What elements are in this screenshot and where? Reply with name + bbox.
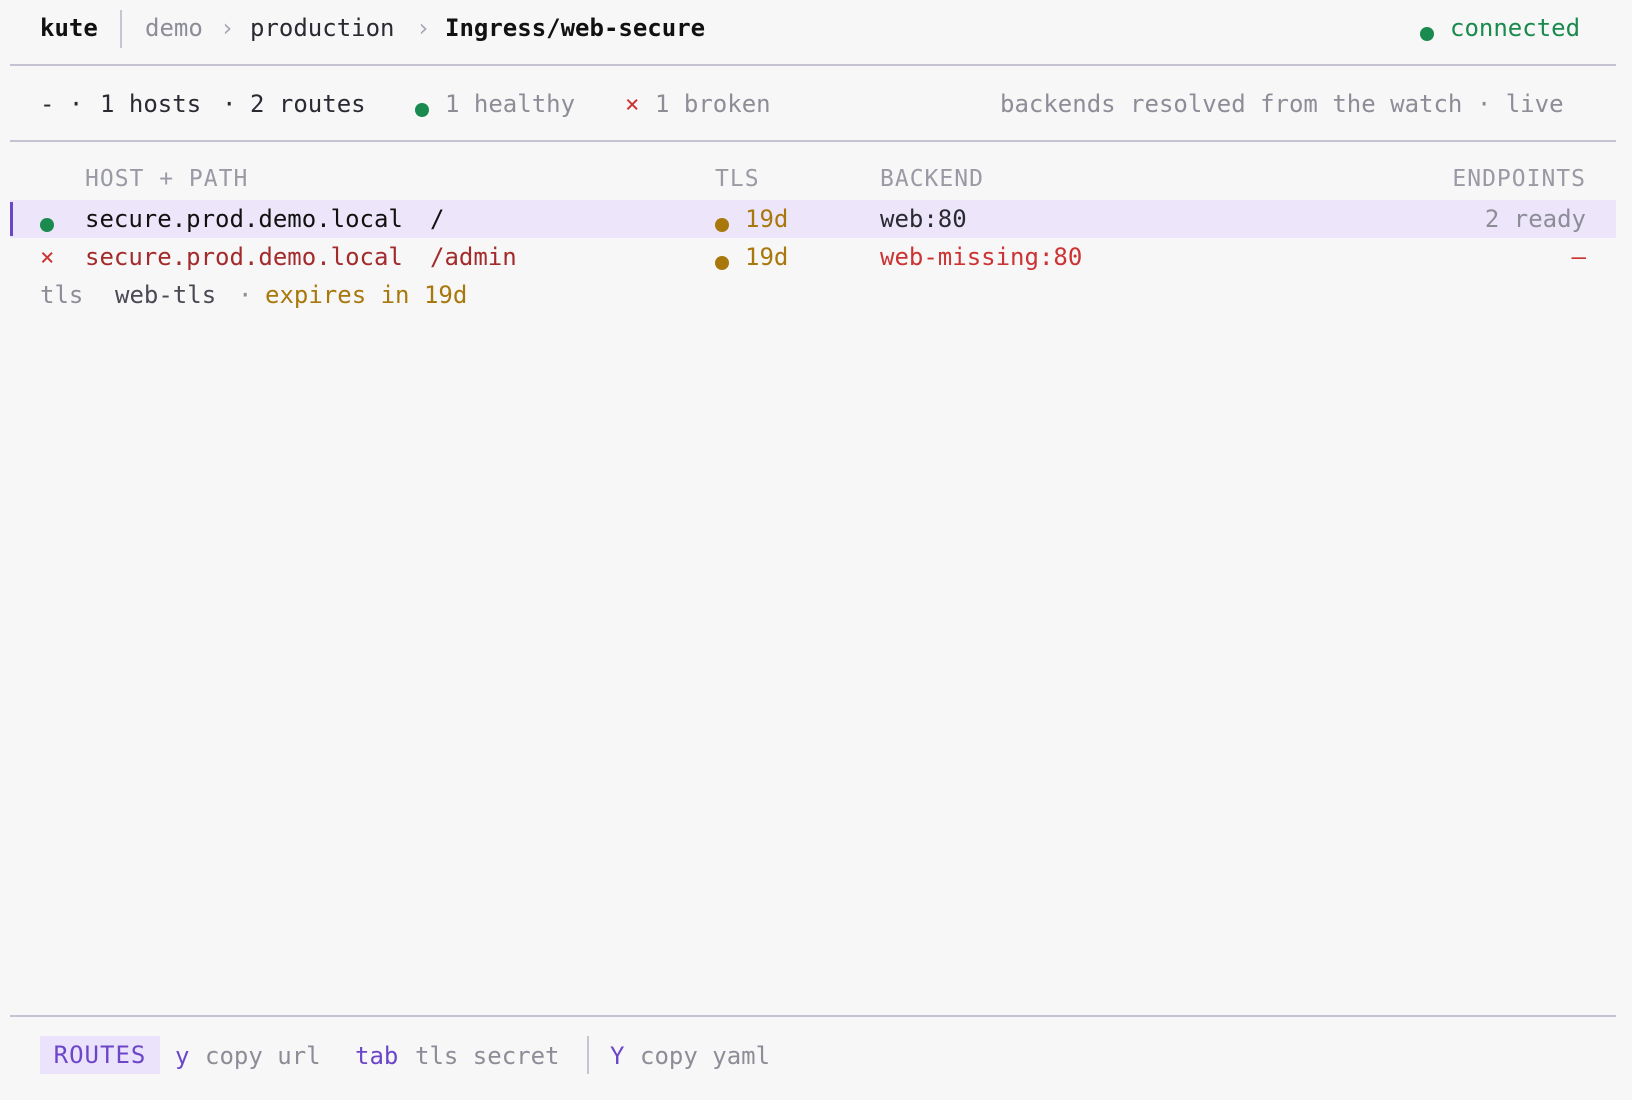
hint-desc-copy-url: copy url [205, 1042, 321, 1070]
route-backend: web-missing:80 [880, 243, 1083, 271]
summary-divider-line [10, 140, 1616, 142]
broken-icon: × [625, 90, 640, 118]
connection-status: connected [1450, 14, 1581, 42]
tls-detail-separator: · [238, 281, 253, 309]
route-host: secure.prod.demo.local [85, 243, 403, 271]
broken-count: 1 broken [655, 90, 771, 118]
connection-status-icon [1420, 21, 1434, 49]
column-header-backend: BACKEND [880, 166, 984, 192]
route-endpoints: 2 ready [1484, 205, 1586, 233]
route-tls-expiry: 19d [745, 243, 789, 271]
breadcrumb-resource: Ingress/web-secure [445, 14, 706, 42]
hint-desc-copy-yaml: copy yaml [640, 1042, 771, 1070]
hosts-count: 1 hosts [100, 90, 202, 118]
route-backend: web:80 [880, 205, 967, 233]
route-host: secure.prod.demo.local [85, 205, 403, 233]
summary-prefix: - · [40, 90, 84, 118]
footer-divider [587, 1036, 589, 1074]
column-header-tls: TLS [715, 166, 760, 192]
tls-warning-icon [715, 212, 729, 240]
tls-secret-name[interactable]: web-tls [115, 281, 216, 309]
route-endpoints: — [1571, 243, 1586, 271]
routes-count: 2 routes [250, 90, 366, 118]
mode-badge: ROUTES [40, 1036, 160, 1074]
healthy-icon [415, 97, 429, 125]
hint-key-tls-secret[interactable]: tab [355, 1042, 398, 1070]
tls-label: tls [40, 281, 84, 309]
broken-status-icon: × [40, 243, 55, 271]
footer-divider-line [10, 1015, 1616, 1017]
tls-expiry: expires in 19d [265, 281, 468, 309]
watch-note: backends resolved from the watch · live [1000, 90, 1564, 118]
healthy-status-icon [40, 212, 54, 240]
tls-warning-icon [715, 250, 729, 278]
breadcrumb-context[interactable]: demo [145, 14, 203, 42]
header-divider [120, 10, 122, 48]
app-name: kute [40, 14, 98, 42]
hint-key-copy-yaml[interactable]: Y [610, 1042, 624, 1070]
header-divider-line [10, 64, 1616, 66]
healthy-count: 1 healthy [445, 90, 576, 118]
summary-dot: · [222, 90, 237, 118]
breadcrumb-separator-icon: › [416, 14, 431, 42]
selection-indicator [10, 202, 13, 236]
route-tls-expiry: 19d [745, 205, 789, 233]
column-header-endpoints: ENDPOINTS [1452, 166, 1586, 192]
breadcrumb-separator-icon: › [220, 14, 235, 42]
breadcrumb-namespace[interactable]: production [250, 14, 395, 42]
hint-desc-tls-secret: tls secret [415, 1042, 560, 1070]
hint-key-copy-url[interactable]: y [175, 1042, 189, 1070]
route-path: /admin [430, 243, 517, 271]
route-path: / [430, 205, 445, 233]
column-header-host-path: HOST + PATH [85, 166, 249, 192]
